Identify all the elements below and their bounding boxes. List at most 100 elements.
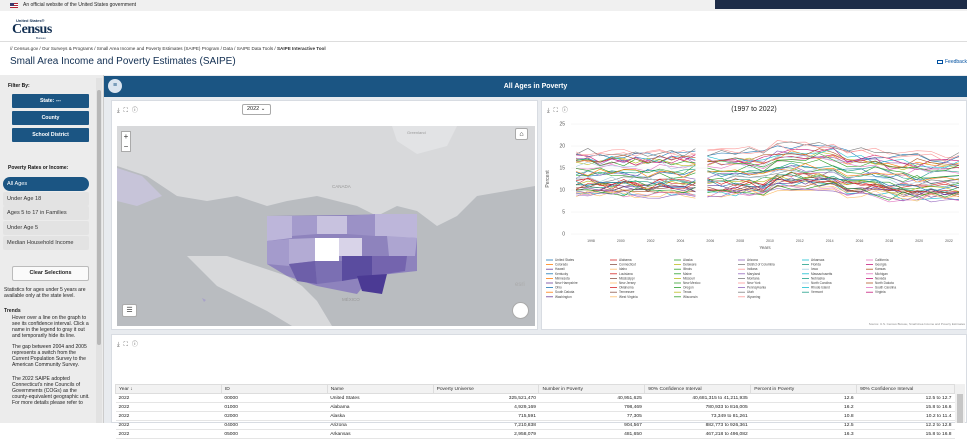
- legend-item[interactable]: Rhode Island: [811, 286, 830, 290]
- table-row[interactable]: 2022 05000 Arkansas 2,958,079 481,650 467,218…: [115, 429, 955, 439]
- basemap-toggle-button[interactable]: [512, 302, 529, 319]
- rate-under-5[interactable]: Under Age 5: [3, 221, 89, 235]
- legend-item[interactable]: Wyoming: [747, 295, 760, 299]
- legend-item[interactable]: United States: [555, 258, 575, 262]
- legend-item[interactable]: West Virginia: [619, 295, 638, 299]
- rate-under-18[interactable]: Under Age 18: [3, 192, 89, 206]
- legend-item[interactable]: Washington: [555, 295, 572, 299]
- legend-item[interactable]: Maryland: [747, 272, 760, 276]
- legend-item[interactable]: Pennsylvania: [747, 286, 766, 290]
- legend-item[interactable]: Massachusetts: [811, 272, 833, 276]
- school-district-button[interactable]: School District: [12, 128, 89, 142]
- sidebar-scrollbar[interactable]: [96, 78, 102, 423]
- zoom-out-button[interactable]: −: [122, 142, 130, 152]
- legend-item[interactable]: Vermont: [811, 290, 823, 294]
- table-row[interactable]: 2022 02000 Alaska 715,591 77,305 73,349 to 81…: [115, 411, 955, 421]
- state-button[interactable]: State: ---: [12, 94, 89, 108]
- legend-item[interactable]: Arkansas: [811, 258, 825, 262]
- legend-item[interactable]: Delaware: [683, 263, 697, 267]
- legend-item[interactable]: Mississippi: [619, 276, 635, 280]
- legend-item[interactable]: Florida: [811, 263, 821, 267]
- column-header[interactable]: Name: [326, 384, 434, 394]
- breadcrumb[interactable]: // Census.gov / Our Surveys & Programs /…: [10, 46, 326, 51]
- table-help-icon[interactable]: ⓘ: [132, 342, 138, 348]
- legend-item[interactable]: Hawaii: [555, 267, 565, 271]
- legend-item[interactable]: South Carolina: [875, 286, 896, 290]
- feedback-link[interactable]: Feedback: [937, 59, 967, 65]
- table-row[interactable]: 2022 04000 Arizona 7,210,838 904,567 882,773 …: [115, 420, 955, 430]
- map-home-button[interactable]: ⌂: [515, 128, 528, 140]
- column-header[interactable]: ID: [220, 384, 328, 394]
- legend-item[interactable]: Indiana: [747, 267, 758, 271]
- table-scrollbar[interactable]: [955, 384, 965, 423]
- rate-all-ages[interactable]: All Ages: [3, 177, 89, 191]
- table-row[interactable]: 2022 01000 Alabama 4,929,169 798,469 780,933 …: [115, 402, 955, 412]
- legend-item[interactable]: Maine: [683, 272, 692, 276]
- year-select[interactable]: 2022 ⌄: [242, 104, 271, 115]
- column-header[interactable]: Percent in Poverty: [750, 384, 858, 394]
- rate-median-income[interactable]: Median Household Income: [3, 236, 89, 250]
- legend-item[interactable]: Colorado: [555, 263, 568, 267]
- column-header[interactable]: Number in Poverty: [538, 384, 646, 394]
- legend-item[interactable]: Missouri: [683, 276, 695, 280]
- choropleth-map[interactable]: CANADA MÉXICO Greenland esri: [117, 126, 535, 326]
- legend-item[interactable]: North Dakota: [875, 281, 894, 285]
- table-fullscreen-icon[interactable]: ⛶: [124, 342, 128, 348]
- legend-item[interactable]: Arizona: [747, 258, 758, 262]
- column-header[interactable]: Poverty Universe: [432, 384, 540, 394]
- legend-item[interactable]: Connecticut: [619, 263, 636, 267]
- legend-item[interactable]: North Carolina: [811, 281, 832, 285]
- legend-item[interactable]: Texas: [683, 290, 692, 294]
- legend-item[interactable]: Kentucky: [555, 272, 569, 276]
- rate-ages-5-17[interactable]: Ages 5 to 17 in Families: [3, 206, 89, 220]
- legend-item[interactable]: Iowa: [811, 267, 818, 271]
- column-header[interactable]: 90% Confidence Interval: [644, 384, 752, 394]
- trend-note-1: Hover over a line on the graph to see it…: [12, 315, 89, 339]
- legend-item[interactable]: Illinois: [683, 267, 692, 271]
- column-header[interactable]: Year ↓: [115, 384, 222, 394]
- legend-item[interactable]: Nebraska: [811, 276, 825, 280]
- legend-item[interactable]: Michigan: [875, 272, 888, 276]
- legend-item[interactable]: New Hampshire: [555, 281, 578, 285]
- legend-item[interactable]: Minnesota: [555, 276, 570, 280]
- legend-item[interactable]: Utah: [747, 290, 754, 294]
- legend-item[interactable]: Wisconsin: [683, 295, 698, 299]
- legend-item[interactable]: Tennessee: [619, 290, 635, 294]
- legend-item[interactable]: Alabama: [619, 258, 632, 262]
- legend-item[interactable]: District of Columbia: [747, 263, 775, 267]
- sidebar-scroll-thumb[interactable]: [97, 90, 101, 345]
- legend-item[interactable]: Ohio: [555, 286, 562, 290]
- table-row[interactable]: 2022 00000 United States 325,521,470 40,951,…: [115, 393, 955, 403]
- menu-toggle-icon[interactable]: ≡: [108, 79, 122, 93]
- legend-item[interactable]: New York: [747, 281, 761, 285]
- download-icon[interactable]: ⤓: [117, 108, 120, 114]
- zoom-in-button[interactable]: +: [122, 132, 130, 142]
- legend-item[interactable]: Kansas: [875, 267, 886, 271]
- legend-item[interactable]: Alaska: [683, 258, 693, 262]
- table-scroll-thumb[interactable]: [957, 394, 963, 423]
- help-icon[interactable]: ⓘ: [132, 108, 138, 114]
- legend-item[interactable]: California: [875, 258, 889, 262]
- map-legend-button[interactable]: ☰: [122, 304, 137, 317]
- table-cell: 780,933 to 816,005: [644, 402, 751, 412]
- fullscreen-icon[interactable]: ⛶: [124, 108, 128, 114]
- legend-item[interactable]: Virginia: [875, 290, 886, 294]
- poverty-trend-chart[interactable]: 0 5 10 15 20 25 1998 2000 2002 2004 2006 2008 2010 20…: [541, 116, 967, 328]
- table-download-icon[interactable]: ⤓: [117, 342, 120, 348]
- legend-item[interactable]: Montana: [747, 276, 760, 280]
- column-header[interactable]: 90% Confidence Interval: [856, 384, 955, 394]
- legend-item[interactable]: Louisiana: [619, 272, 633, 276]
- legend-item[interactable]: Georgia: [875, 263, 887, 267]
- legend-item[interactable]: New Mexico: [683, 281, 701, 285]
- county-button[interactable]: County: [12, 111, 89, 125]
- breadcrumb-path[interactable]: // Census.gov / Our Surveys & Programs /…: [10, 46, 277, 51]
- clear-selections-button[interactable]: Clear Selections: [12, 266, 89, 281]
- legend-item[interactable]: New Jersey: [619, 281, 636, 285]
- map-zoom-control[interactable]: + −: [121, 131, 131, 152]
- legend-item[interactable]: Oregon: [683, 286, 694, 290]
- census-logo[interactable]: United States® Census Bureau: [12, 18, 56, 40]
- legend-item[interactable]: Nevada: [875, 276, 886, 280]
- legend-item[interactable]: South Dakota: [555, 290, 575, 294]
- legend-item[interactable]: Oklahoma: [619, 286, 634, 290]
- legend-item[interactable]: Idaho: [619, 267, 627, 271]
